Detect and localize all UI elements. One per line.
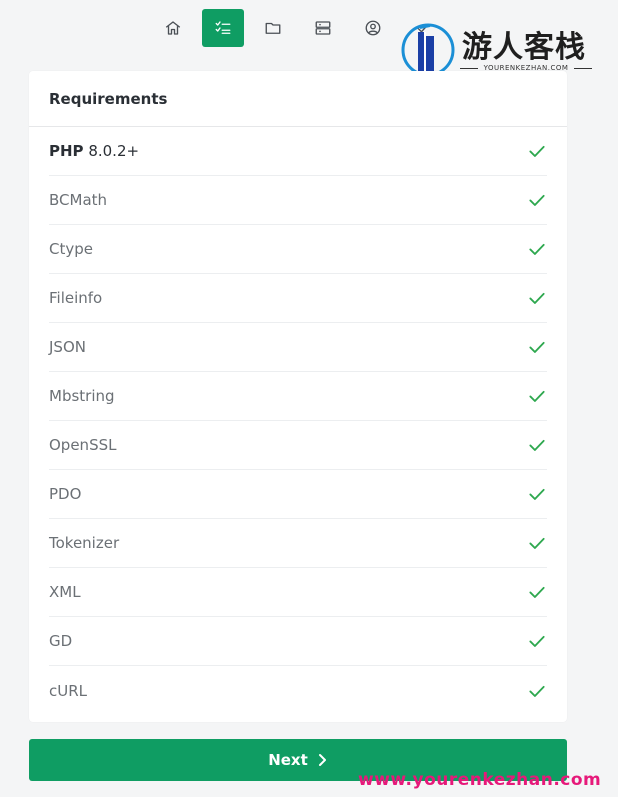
check-icon: [527, 533, 547, 553]
logo-title: 游人客栈: [462, 30, 586, 65]
card-title: Requirements: [49, 89, 168, 108]
watermark-url: www.yourenkezhan.com: [358, 770, 602, 790]
user-circle-icon: [365, 20, 381, 36]
requirement-name: PHP 8.0.2+: [49, 142, 139, 160]
requirement-row: XML: [49, 568, 547, 617]
check-icon: [527, 435, 547, 455]
installer-page: 游人客栈 YOURENKEZHAN.COM Requirements PHP 8…: [0, 0, 618, 797]
requirement-name: GD: [49, 632, 73, 650]
requirement-row: Mbstring: [49, 372, 547, 421]
php-version: 8.0.2+: [88, 142, 140, 160]
next-button-label: Next: [268, 751, 308, 769]
requirement-row: Tokenizer: [49, 519, 547, 568]
requirement-name: PDO: [49, 485, 82, 503]
requirement-row: Fileinfo: [49, 274, 547, 323]
php-label: PHP: [49, 142, 84, 160]
check-icon: [527, 239, 547, 259]
check-icon: [527, 681, 547, 701]
requirement-name: Tokenizer: [49, 534, 120, 552]
check-icon: [527, 484, 547, 504]
requirement-name: Fileinfo: [49, 289, 103, 307]
check-icon: [527, 288, 547, 308]
logo-emblem-icon: [401, 23, 455, 77]
check-icon: [527, 337, 547, 357]
requirement-name: Mbstring: [49, 387, 115, 405]
check-icon: [527, 386, 547, 406]
folder-icon: [265, 22, 281, 34]
requirement-name: BCMath: [49, 191, 108, 209]
step-database[interactable]: [302, 9, 344, 47]
home-icon: [165, 21, 181, 35]
check-icon: [527, 582, 547, 602]
requirement-row: JSON: [49, 323, 547, 372]
requirement-name: JSON: [49, 338, 86, 356]
requirement-name: OpenSSL: [49, 436, 117, 454]
requirement-name: cURL: [49, 681, 88, 700]
requirement-row: BCMath: [49, 176, 547, 225]
requirements-list: PHP 8.0.2+ BCMath Ctype Fileinfo JSON Mb…: [29, 127, 567, 715]
requirement-row: OpenSSL: [49, 421, 547, 470]
step-permissions[interactable]: [252, 9, 294, 47]
requirement-row: GD: [49, 617, 547, 666]
requirement-row: PDO: [49, 470, 547, 519]
chevron-right-icon: [318, 754, 326, 766]
server-icon: [315, 21, 331, 35]
requirement-row: Ctype: [49, 225, 547, 274]
card-header: Requirements: [29, 71, 567, 127]
checklist-icon: [215, 21, 231, 34]
step-home[interactable]: [152, 9, 194, 47]
step-admin[interactable]: [352, 9, 394, 47]
requirement-name: XML: [49, 583, 81, 601]
check-icon: [527, 631, 547, 651]
requirement-name: Ctype: [49, 240, 93, 258]
requirement-row-php: PHP 8.0.2+: [49, 127, 547, 176]
step-requirements[interactable]: [202, 9, 244, 47]
check-icon: [527, 141, 547, 161]
requirements-card: Requirements PHP 8.0.2+ BCMath Ctype Fil…: [29, 71, 567, 722]
check-icon: [527, 190, 547, 210]
requirement-row: cURL: [49, 666, 547, 715]
